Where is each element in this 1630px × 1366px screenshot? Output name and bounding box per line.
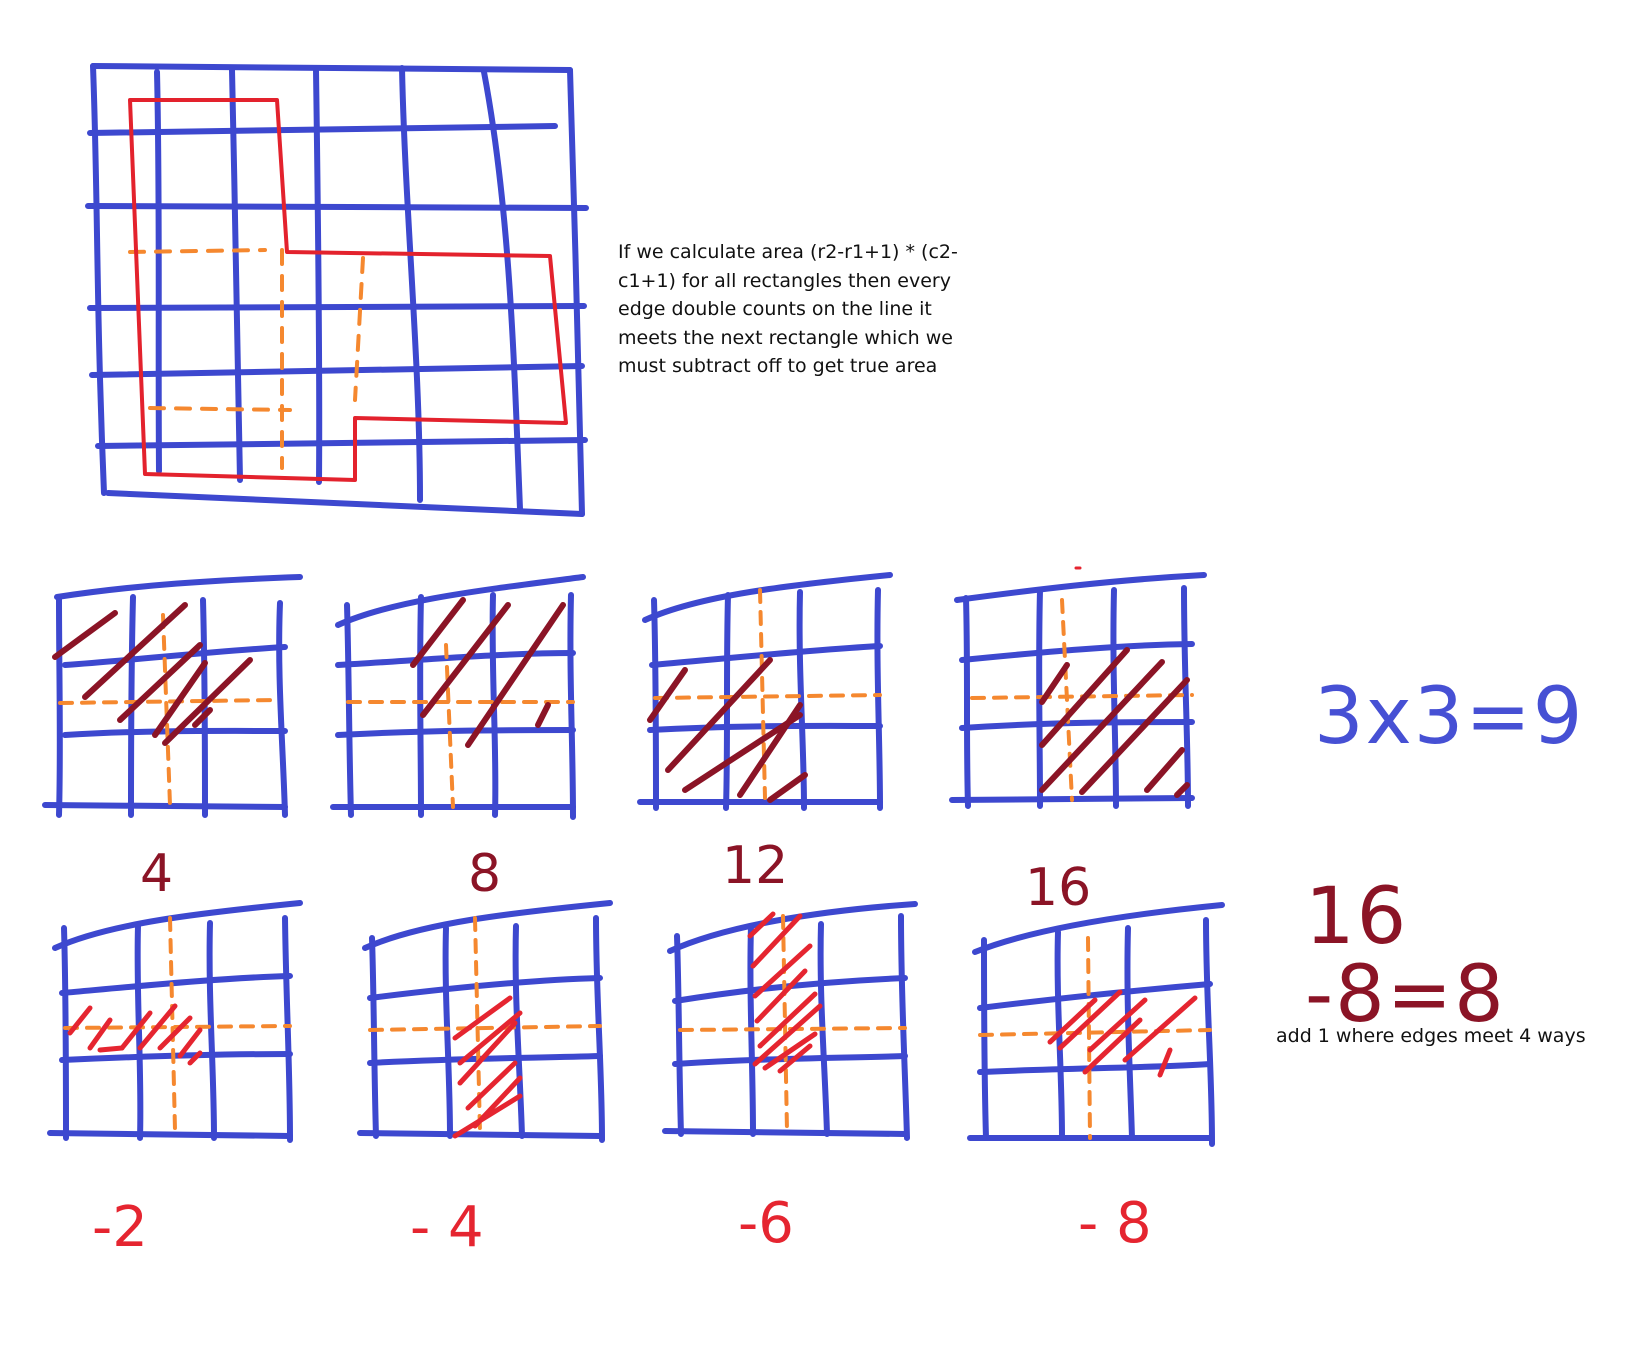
equation-dark: 16 -8=8 bbox=[1305, 872, 1506, 1040]
panel-top-4 bbox=[949, 572, 1207, 809]
equation-blue: 3x3=9 bbox=[1314, 672, 1585, 762]
panel-bot-1 bbox=[47, 900, 303, 1143]
label-top-3: 12 bbox=[722, 836, 789, 896]
label-top-4: 16 bbox=[1025, 858, 1092, 918]
label-top-1: 4 bbox=[140, 844, 174, 904]
main-grid bbox=[85, 63, 589, 517]
label-bot-2: - 4 bbox=[410, 1195, 484, 1260]
panel-bot-2 bbox=[357, 900, 613, 1143]
label-bot-4: - 8 bbox=[1078, 1191, 1152, 1256]
panel-bot-4 bbox=[967, 902, 1225, 1147]
label-bot-1: -2 bbox=[92, 1195, 148, 1260]
panel-top-1 bbox=[42, 574, 303, 818]
label-top-2: 8 bbox=[468, 844, 502, 904]
panel-bot-3 bbox=[662, 901, 918, 1141]
main-grid-dashes bbox=[128, 248, 365, 470]
outline-polygon bbox=[128, 98, 568, 482]
label-bot-3: -6 bbox=[738, 1191, 794, 1256]
panel-top-2 bbox=[330, 574, 586, 820]
explanation-note: If we calculate area (r2-r1+1) * (c2- c1… bbox=[618, 241, 958, 377]
panel-top-3 bbox=[637, 572, 893, 811]
